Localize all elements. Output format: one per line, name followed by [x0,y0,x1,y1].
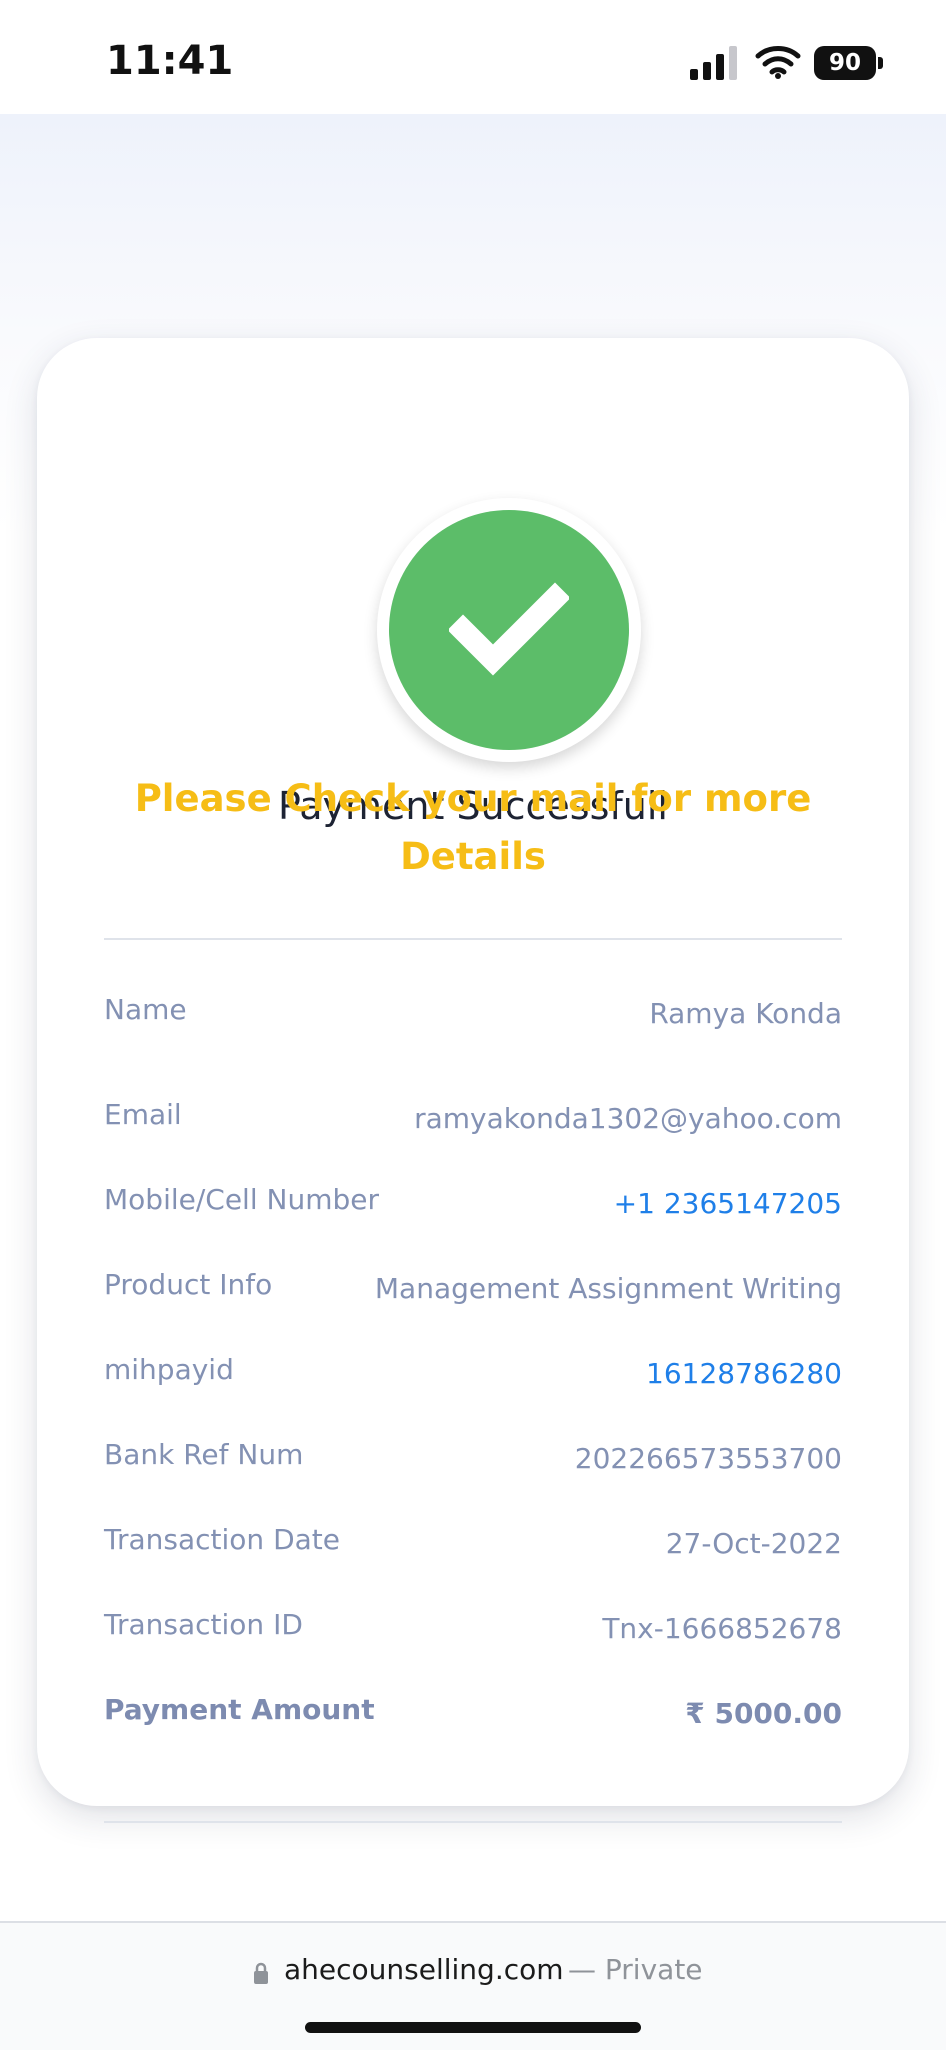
phone-link[interactable]: +1 2365147205 [614,1187,842,1220]
status-time: 11:41 [106,38,234,84]
battery-icon: 90 [814,46,884,80]
detail-label: Transaction ID [104,1608,303,1641]
detail-label: mihpayid [104,1353,234,1386]
payment-page: Payment Successfull Please Check your ma… [0,114,946,1922]
detail-label: Product Info [104,1268,273,1301]
success-badge [377,498,641,762]
detail-row-mihpayid: mihpayid 16128786280 [104,1353,842,1401]
detail-label: Transaction Date [104,1523,341,1556]
detail-value: Tnx-1666852678 [602,1612,842,1645]
signal-icon [690,46,737,80]
detail-value: Management Assignment Writing [374,1272,842,1305]
detail-row-transaction-id: Transaction ID Tnx-1666852678 [104,1608,842,1656]
mail-notice: Please Check your mail for more Details [134,777,812,878]
detail-row-name: Name Ramya Konda [104,993,842,1041]
home-indicator[interactable] [305,2022,641,2033]
check-icon [449,582,569,676]
detail-row-amount: Payment Amount ₹ 5000.00 [104,1693,842,1741]
detail-label: Name [104,993,187,1026]
detail-value: ramyakonda1302@yahoo.com [414,1102,842,1135]
success-circle [389,510,629,750]
status-bar: 11:41 90 [0,0,946,114]
detail-value: 27-Oct-2022 [665,1527,842,1560]
bottom-divider [104,1821,842,1823]
detail-label: Mobile/Cell Number [104,1183,379,1216]
private-label: — Private [568,1953,703,1986]
detail-label: Bank Ref Num [104,1438,304,1471]
browser-address-bar[interactable]: ahecounselling.com — Private [0,1921,946,2050]
detail-label: Email [104,1098,182,1131]
detail-row-product: Product Info Management Assignment Writi… [104,1268,842,1316]
wifi-icon [755,46,801,79]
detail-value: Ramya Konda [649,997,842,1030]
lock-icon [254,1962,268,1984]
battery-level: 90 [814,46,876,80]
battery-cap [878,57,883,69]
detail-row-mobile: Mobile/Cell Number +1 2365147205 [104,1183,842,1231]
address-domain[interactable]: ahecounselling.com [284,1953,564,1986]
payment-amount-value: ₹ 5000.00 [685,1697,842,1730]
payment-amount-label: Payment Amount [104,1693,375,1726]
detail-row-bank-ref: Bank Ref Num 202266573553700 [104,1438,842,1486]
mihpayid-link[interactable]: 16128786280 [646,1357,842,1390]
detail-row-date: Transaction Date 27-Oct-2022 [104,1523,842,1571]
detail-row-email: Email ramyakonda1302@yahoo.com [104,1098,842,1146]
top-divider [104,938,842,940]
payment-card: Payment Successfull Please Check your ma… [37,338,909,1823]
detail-value: 202266573553700 [574,1442,842,1475]
